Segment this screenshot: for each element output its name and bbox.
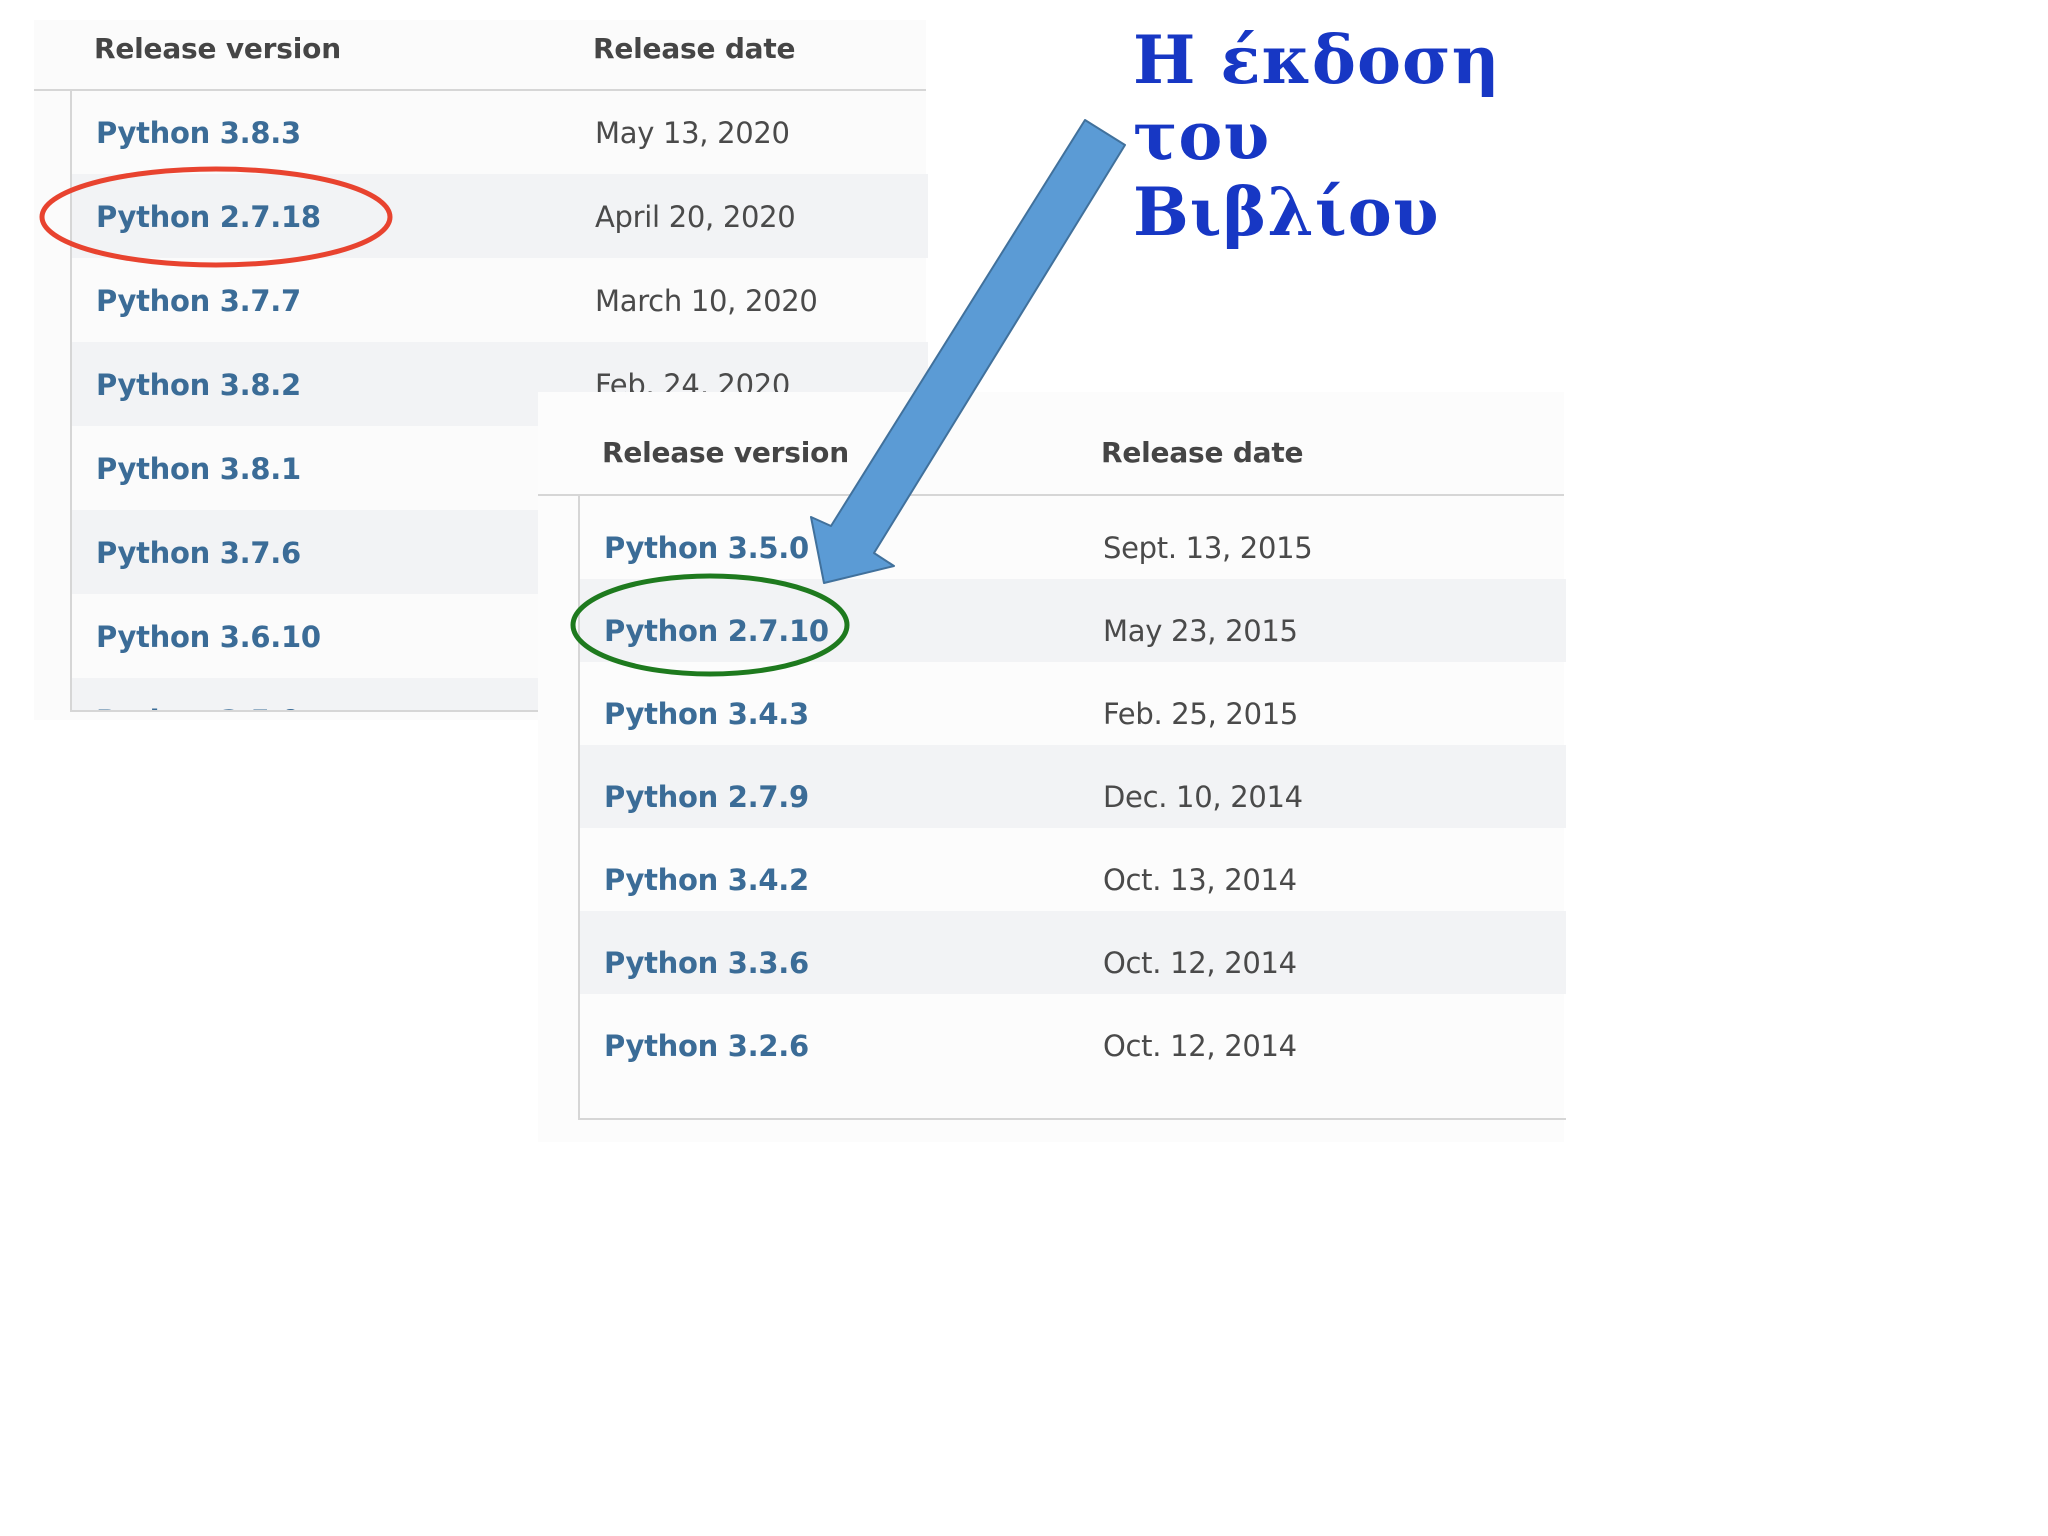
table-row: Python 3.5.0 Sept. 13, 2015	[580, 496, 1566, 579]
release-table-older: Release version Release date Python 3.5.…	[538, 392, 1566, 1142]
table-row: Python 3.3.6 Oct. 12, 2014	[580, 911, 1566, 994]
table-row: Python 2.7.10 May 23, 2015	[580, 579, 1566, 662]
header-release-date: Release date	[1101, 436, 1304, 469]
table-row: Python 2.7.18 April 20, 2020	[72, 174, 928, 258]
table-row: Python 3.4.2 Oct. 13, 2014	[580, 828, 1566, 911]
release-link-python-3-2-6[interactable]: Python 3.2.6	[604, 1029, 809, 1063]
release-date: Oct. 12, 2014	[1103, 1029, 1297, 1063]
release-link-python-3-8-1[interactable]: Python 3.8.1	[96, 452, 301, 486]
release-link-python-2-7-18[interactable]: Python 2.7.18	[96, 200, 321, 234]
release-link-python-3-4-2[interactable]: Python 3.4.2	[604, 863, 809, 897]
release-link-python-3-6-10[interactable]: Python 3.6.10	[96, 620, 321, 654]
header-release-version: Release version	[94, 32, 341, 65]
table-header: Release version Release date	[538, 392, 1564, 496]
release-date: Dec. 10, 2014	[1103, 780, 1303, 814]
release-date: May 13, 2020	[595, 116, 790, 150]
header-release-version: Release version	[602, 436, 849, 469]
release-date: Feb. 25, 2015	[1103, 697, 1299, 731]
caption-line-2: του Βιβλίου	[1133, 97, 1440, 251]
table-row: Python 3.4.3 Feb. 25, 2015	[580, 662, 1566, 745]
table-row: Python 3.7.7 March 10, 2020	[72, 258, 928, 342]
release-date: Oct. 12, 2014	[1103, 946, 1297, 980]
release-link-python-3-7-7[interactable]: Python 3.7.7	[96, 284, 301, 318]
release-link-python-3-8-2[interactable]: Python 3.8.2	[96, 368, 301, 402]
release-date: March 10, 2020	[595, 284, 818, 318]
table-row: Python 3.8.3 May 13, 2020	[72, 90, 928, 174]
release-link-python-3-5-9[interactable]: Python 3.5.9	[96, 704, 301, 710]
table-row: Python 2.7.9 Dec. 10, 2014	[580, 745, 1566, 828]
table-row: Python 3.2.6 Oct. 12, 2014	[580, 994, 1566, 1077]
release-date: April 20, 2020	[595, 200, 796, 234]
release-date: Oct. 13, 2014	[1103, 863, 1297, 897]
header-release-date: Release date	[593, 32, 796, 65]
release-link-python-2-7-10[interactable]: Python 2.7.10	[604, 614, 829, 648]
release-link-python-3-3-6[interactable]: Python 3.3.6	[604, 946, 809, 980]
release-date: Sept. 13, 2015	[1103, 531, 1313, 565]
release-link-python-3-4-3[interactable]: Python 3.4.3	[604, 697, 809, 731]
table-header: Release version Release date	[34, 20, 926, 91]
table-body: Python 3.5.0 Sept. 13, 2015 Python 2.7.1…	[578, 496, 1566, 1120]
release-link-python-3-5-0[interactable]: Python 3.5.0	[604, 531, 809, 565]
book-version-caption: Η έκδοση του Βιβλίου	[1133, 22, 1553, 250]
release-link-python-3-8-3[interactable]: Python 3.8.3	[96, 116, 301, 150]
release-date: May 23, 2015	[1103, 614, 1298, 648]
caption-line-1: Η έκδοση	[1133, 21, 1501, 99]
release-link-python-2-7-9[interactable]: Python 2.7.9	[604, 780, 809, 814]
release-link-python-3-7-6[interactable]: Python 3.7.6	[96, 536, 301, 570]
